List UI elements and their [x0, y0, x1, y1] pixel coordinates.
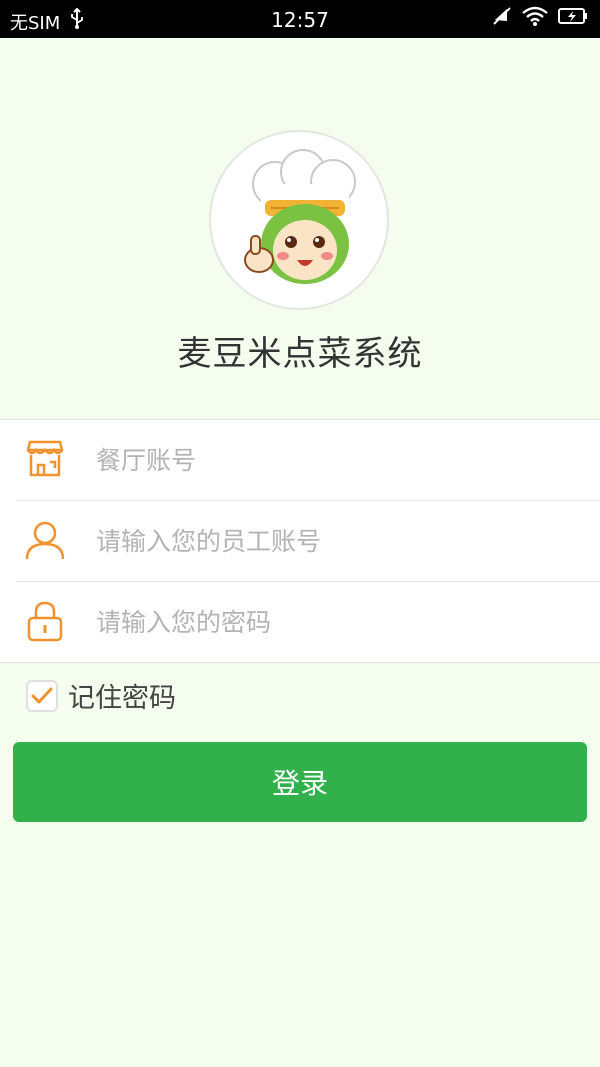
status-right: [492, 6, 588, 26]
battery-charging-icon: [558, 7, 588, 25]
chef-mascot-icon: [244, 149, 356, 284]
password-row: [16, 582, 600, 662]
login-form: [0, 419, 600, 663]
status-bar: 无SIM 12:57: [0, 0, 600, 38]
app-title: 麦豆米点菜系统: [177, 334, 423, 374]
remember-label: 记住密码: [68, 683, 176, 714]
restaurant-account-input[interactable]: [94, 438, 578, 482]
login-button[interactable]: 登录: [13, 742, 587, 822]
wifi-icon: [522, 6, 548, 26]
restaurant-account-row: [16, 420, 600, 501]
user-icon: [24, 519, 66, 561]
password-input[interactable]: [94, 600, 578, 644]
remember-password[interactable]: 记住密码: [26, 676, 176, 715]
store-icon: [24, 438, 66, 480]
lock-icon: [24, 600, 66, 642]
app-logo: [209, 130, 389, 310]
employee-account-input[interactable]: [94, 519, 578, 563]
employee-account-row: [16, 501, 600, 582]
no-notifications-icon: [492, 6, 512, 26]
remember-checkbox[interactable]: [26, 679, 58, 712]
check-icon: [31, 687, 53, 703]
